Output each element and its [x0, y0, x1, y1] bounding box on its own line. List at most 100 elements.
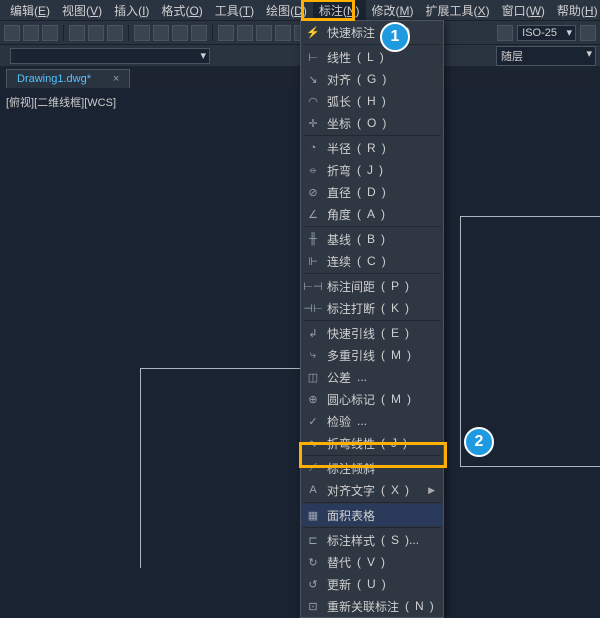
ordinate-icon: ✛ [305, 115, 321, 131]
tb-icon[interactable] [275, 25, 291, 41]
dim-style-combo[interactable]: ISO-25 [517, 25, 576, 41]
linear-icon: ⊢ [305, 49, 321, 65]
menu-window[interactable]: 窗口(W) [496, 0, 551, 21]
menubar: 编辑(E) 视图(V) 插入(I) 格式(O) 工具(T) 绘图(D) 标注(N… [0, 0, 600, 20]
dd-sep [303, 502, 441, 503]
dd-sep [303, 273, 441, 274]
dd-arc-length[interactable]: ◠弧长(H) [301, 90, 443, 112]
menu-insert[interactable]: 插入(I) [108, 0, 155, 21]
callout-1: 1 [380, 22, 410, 52]
dd-radius[interactable]: ◔半径(R) [301, 137, 443, 159]
dd-diameter[interactable]: ⊘直径(D) [301, 181, 443, 203]
dd-sep [303, 527, 441, 528]
tb-icon[interactable] [237, 25, 253, 41]
dd-linear[interactable]: ⊢线性(L) [301, 46, 443, 68]
menu-modify[interactable]: 修改(M) [366, 0, 420, 21]
layer-combo[interactable] [10, 48, 210, 64]
menu-ext-tools[interactable]: 扩展工具(X) [420, 0, 496, 21]
tb-icon[interactable] [172, 25, 188, 41]
drawing-line [140, 368, 141, 568]
menu-tools[interactable]: 工具(T) [209, 0, 260, 21]
tb-icon[interactable] [88, 25, 104, 41]
drawing-line [140, 368, 300, 369]
dd-angular[interactable]: ∠角度(A) [301, 203, 443, 225]
menu-help[interactable]: 帮助(H) [551, 0, 600, 21]
mleader-icon: ⤷ [305, 347, 321, 363]
dd-aligned[interactable]: ↘对齐(G) [301, 68, 443, 90]
tb-icon[interactable] [580, 25, 596, 41]
dd-continue[interactable]: ⊩连续(C) [301, 250, 443, 272]
menu-view[interactable]: 视图(V) [56, 0, 108, 21]
dimstyle-icon: ⊏ [305, 532, 321, 548]
dd-jogged[interactable]: ⦵折弯(J) [301, 159, 443, 181]
menu-dimension[interactable]: 标注(N) [313, 0, 366, 21]
tb-icon[interactable] [153, 25, 169, 41]
dd-sep [303, 44, 441, 45]
bolt-icon: ⚡ [305, 24, 321, 40]
areatable-icon: ▦ [305, 507, 321, 523]
dimspace-icon: ⊢⊣ [305, 278, 321, 294]
dd-reassociate[interactable]: ⊡重新关联标注(N) [301, 595, 443, 617]
jogged-icon: ⦵ [305, 162, 321, 178]
radius-icon: ◔ [305, 140, 321, 156]
dd-update[interactable]: ↺更新(U) [301, 573, 443, 595]
tb-icon[interactable] [42, 25, 58, 41]
close-icon[interactable]: × [113, 73, 119, 85]
dd-align-text[interactable]: A对齐文字(X)▶ [301, 479, 443, 501]
dd-quick-dim[interactable]: ⚡快速标注(Q) [301, 21, 443, 43]
angular-icon: ∠ [305, 206, 321, 222]
dd-oblique[interactable]: ⟋标注倾斜 [301, 457, 443, 479]
tb-icon[interactable] [191, 25, 207, 41]
tb-sep [128, 25, 129, 41]
dd-inspection[interactable]: ✓检验... [301, 410, 443, 432]
drawing-line [460, 466, 600, 467]
update-icon: ↺ [305, 576, 321, 592]
tb-sep [212, 25, 213, 41]
dd-sep [303, 135, 441, 136]
menu-format[interactable]: 格式(O) [155, 0, 208, 21]
dd-dim-break[interactable]: ⊣⊢标注打断(K) [301, 297, 443, 319]
dd-ordinate[interactable]: ✛坐标(O) [301, 112, 443, 134]
inspection-icon: ✓ [305, 413, 321, 429]
menu-edit[interactable]: 编辑(E) [4, 0, 56, 21]
linetype-combo[interactable]: 随层 [496, 46, 596, 66]
dd-baseline[interactable]: ╫基线(B) [301, 228, 443, 250]
tb-icon[interactable] [134, 25, 150, 41]
document-tab[interactable]: Drawing1.dwg* × [6, 69, 130, 88]
dd-quick-leader[interactable]: ↲快速引线(E) [301, 322, 443, 344]
reassoc-icon: ⊡ [305, 598, 321, 614]
dd-sep [303, 455, 441, 456]
continue-icon: ⊩ [305, 253, 321, 269]
dd-center-mark[interactable]: ⊕圆心标记(M) [301, 388, 443, 410]
dd-area-table[interactable]: ▦面积表格 [301, 504, 443, 526]
tb-icon[interactable] [256, 25, 272, 41]
aligntext-icon: A [305, 482, 321, 498]
callout-2: 2 [464, 427, 494, 457]
dd-sep [303, 320, 441, 321]
chevron-right-icon: ▶ [428, 485, 435, 496]
override-icon: ↻ [305, 554, 321, 570]
centermark-icon: ⊕ [305, 391, 321, 407]
tb-icon[interactable] [497, 25, 513, 41]
tb-icon[interactable] [218, 25, 234, 41]
tb-icon[interactable] [4, 25, 20, 41]
dd-multi-leader[interactable]: ⤷多重引线(M) [301, 344, 443, 366]
tb-icon[interactable] [107, 25, 123, 41]
dd-dim-space[interactable]: ⊢⊣标注间距(P) [301, 275, 443, 297]
dd-tolerance[interactable]: ◫公差... [301, 366, 443, 388]
tb-icon[interactable] [23, 25, 39, 41]
tb-icon[interactable] [69, 25, 85, 41]
dd-dim-style[interactable]: ⊏标注样式(S)... [301, 529, 443, 551]
viewport-label: [俯视][二维线框][WCS] [6, 94, 116, 110]
qleader-icon: ↲ [305, 325, 321, 341]
tab-title: Drawing1.dwg* [17, 73, 91, 85]
dd-jogged-linear[interactable]: ∿折弯线性(J) [301, 432, 443, 454]
dd-override[interactable]: ↻替代(V) [301, 551, 443, 573]
drawing-line [460, 216, 600, 217]
tb-sep [63, 25, 64, 41]
dimbreak-icon: ⊣⊢ [305, 300, 321, 316]
menu-draw[interactable]: 绘图(D) [260, 0, 313, 21]
diameter-icon: ⊘ [305, 184, 321, 200]
arc-icon: ◠ [305, 93, 321, 109]
oblique-icon: ⟋ [305, 460, 321, 476]
